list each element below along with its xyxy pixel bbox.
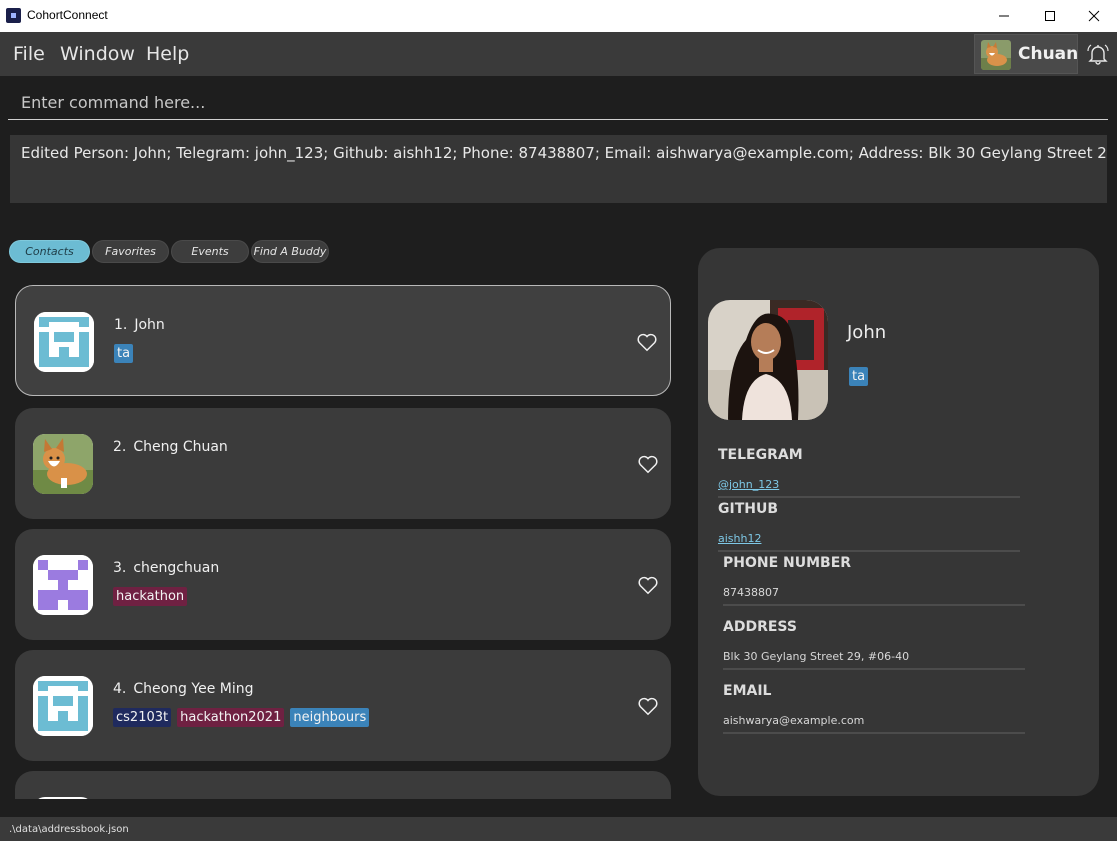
maximize-button[interactable]	[1027, 0, 1073, 32]
contact-name-text: John	[134, 317, 165, 333]
favorite-heart-icon[interactable]	[637, 453, 659, 475]
favorite-heart-icon[interactable]	[636, 331, 658, 353]
contact-list[interactable]: 1. John ta 2. Cheng Chuan 3. chengchuan …	[15, 285, 671, 799]
avatar	[34, 312, 94, 372]
favorite-heart-icon[interactable]	[637, 574, 659, 596]
person-detail-panel: John ta TELEGRAM @john_123 GITHUB aishh1…	[698, 248, 1099, 796]
divider	[723, 668, 1025, 670]
tag: cs2103t	[113, 708, 172, 727]
address-value: Blk 30 Geylang Street 29, #06-40	[723, 650, 910, 663]
data-file-path: .\data\addressbook.json	[9, 824, 129, 835]
close-button[interactable]	[1071, 0, 1117, 32]
tag: neighbours	[290, 708, 370, 727]
command-input[interactable]	[8, 86, 1108, 120]
contact-index: 3.	[113, 560, 127, 576]
divider	[723, 604, 1025, 606]
avatar	[981, 40, 1011, 70]
contact-index: 4.	[113, 681, 127, 697]
menu-file[interactable]: File	[13, 43, 45, 65]
contact-name: 3. chengchuan	[113, 560, 219, 576]
contact-name: 4. Cheong Yee Ming	[113, 681, 254, 697]
tag-list: ta	[114, 344, 134, 363]
contact-name-text: chengchuan	[133, 560, 220, 576]
divider	[723, 732, 1025, 734]
contact-name-text: Cheong Yee Ming	[133, 681, 254, 697]
github-link[interactable]: aishh12	[718, 532, 761, 545]
tab-find-a-buddy[interactable]: Find A Buddy	[251, 240, 329, 263]
tag: ta	[849, 367, 869, 386]
telegram-link[interactable]: @john_123	[718, 478, 779, 491]
window-title: CohortConnect	[27, 8, 108, 22]
maximize-icon	[1045, 11, 1055, 21]
avatar	[33, 434, 93, 494]
result-display: Edited Person: John; Telegram: john_123;…	[10, 135, 1107, 203]
detail-name: John	[847, 322, 887, 343]
contact-name-text: Cheng Chuan	[133, 439, 228, 455]
tag: hackathon2021	[177, 708, 285, 727]
github-label: GITHUB	[718, 501, 779, 517]
avatar	[33, 676, 93, 736]
tag-list: cs2103t hackathon2021 neighbours	[113, 708, 370, 727]
email-label: EMAIL	[723, 683, 772, 699]
menu-window[interactable]: Window	[60, 43, 135, 65]
avatar	[33, 797, 93, 799]
contact-card[interactable]: 1. John ta	[15, 285, 671, 396]
avatar	[33, 555, 93, 615]
menu-help[interactable]: Help	[146, 43, 189, 65]
tag-list: hackathon	[113, 587, 188, 606]
user-name: Chuan	[1018, 44, 1079, 64]
email-value: aishwarya@example.com	[723, 714, 865, 727]
title-bar: CohortConnect	[0, 0, 1117, 32]
menu-bar: File Window Help	[0, 32, 1117, 76]
contact-card[interactable]: 2. Cheng Chuan	[15, 408, 671, 519]
contact-card[interactable]: 3. chengchuan hackathon	[15, 529, 671, 640]
contact-index: 2.	[113, 439, 127, 455]
app-icon	[6, 8, 21, 23]
tab-favorites[interactable]: Favorites	[92, 240, 169, 263]
tab-events[interactable]: Events	[171, 240, 249, 263]
detail-tag-list: ta	[849, 367, 869, 386]
divider	[718, 496, 1020, 498]
tag: hackathon	[113, 587, 188, 606]
minimize-button[interactable]	[981, 0, 1027, 32]
contact-index: 1.	[114, 317, 128, 333]
notification-bell-icon[interactable]	[1086, 42, 1110, 66]
phone-label: PHONE NUMBER	[723, 555, 852, 571]
user-profile-button[interactable]: Chuan	[974, 34, 1078, 74]
contact-name: 2. Cheng Chuan	[113, 439, 228, 455]
phone-value: 87438807	[723, 586, 779, 599]
minimize-icon	[999, 15, 1009, 17]
app-window: CohortConnect File Window Help Chuan Ent…	[0, 0, 1117, 841]
tag: ta	[114, 344, 134, 363]
contact-card[interactable]: 4. Cheong Yee Ming cs2103t hackathon2021 …	[15, 650, 671, 761]
contact-name: 1. John	[114, 317, 165, 333]
favorite-heart-icon[interactable]	[637, 695, 659, 717]
address-label: ADDRESS	[723, 619, 797, 635]
contact-card[interactable]	[15, 771, 671, 799]
telegram-label: TELEGRAM	[718, 447, 803, 463]
close-icon	[1088, 10, 1100, 22]
profile-photo	[708, 300, 828, 420]
status-bar: .\data\addressbook.json	[0, 817, 1117, 841]
tab-contacts[interactable]: Contacts	[9, 240, 90, 263]
divider	[718, 550, 1020, 552]
